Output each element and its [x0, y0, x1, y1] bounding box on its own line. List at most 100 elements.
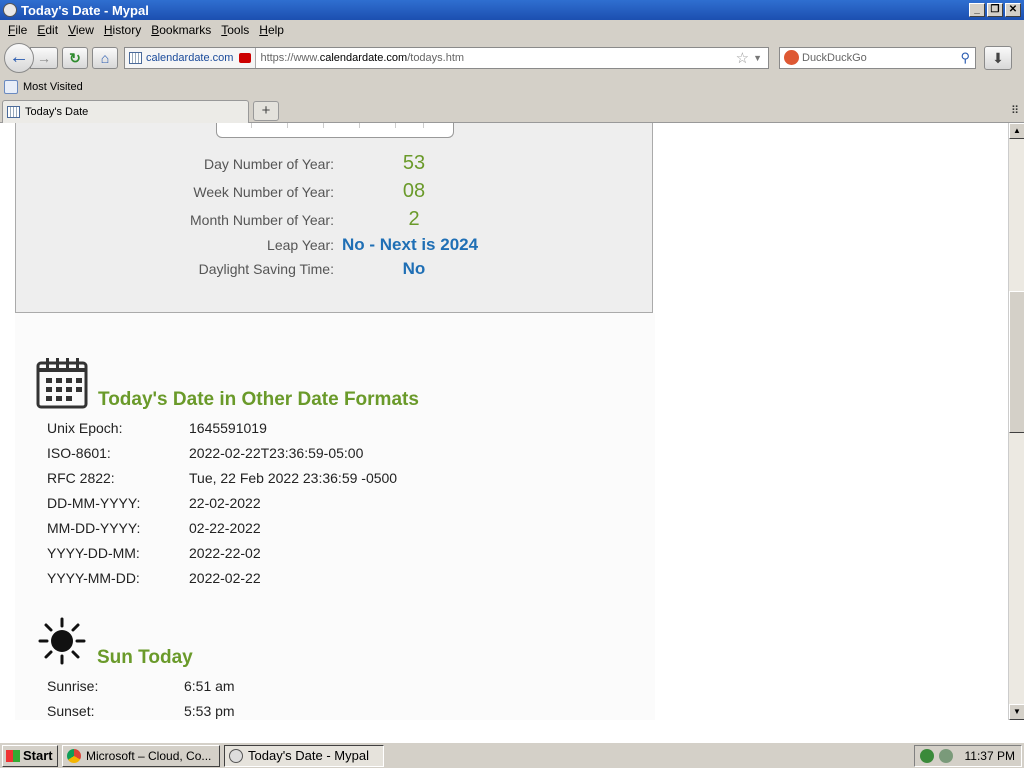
sunrise-value: 6:51 am [184, 678, 235, 694]
start-button[interactable]: Start [2, 744, 58, 767]
home-button[interactable]: ⌂ [92, 46, 118, 69]
format-row: YYYY-MM-DD: 2022-02-22 [47, 570, 261, 586]
menu-tools[interactable]: Tools [221, 23, 249, 37]
sunset-row: Sunset: 5:53 pm [47, 703, 235, 719]
format-row: Unix Epoch: 1645591019 [47, 420, 267, 436]
stat-label: Leap Year: [267, 237, 334, 253]
tab-list-icon[interactable]: ⠿ [1011, 104, 1019, 117]
new-tab-button[interactable]: + [253, 101, 279, 121]
insecure-lock-icon [239, 52, 252, 63]
reload-button[interactable]: ↻ [62, 46, 88, 69]
stat-label: Day Number of Year: [204, 155, 334, 172]
page-content: Day Number of Year: 53 Week Number of Ye… [0, 123, 1008, 720]
most-visited-icon [4, 80, 18, 94]
format-row: DD-MM-YYYY: 22-02-2022 [47, 495, 261, 511]
system-tray: 11:37 PM [914, 744, 1022, 767]
format-key: Unix Epoch: [47, 420, 123, 436]
forward-button[interactable]: → [30, 46, 58, 69]
stat-daylight-saving: Daylight Saving Time: No [16, 259, 654, 279]
bookmarks-toolbar: Most Visited [0, 76, 1024, 98]
format-row: YYYY-DD-MM: 2022-22-02 [47, 545, 261, 561]
sun-title: Sun Today [97, 647, 193, 668]
taskbar-item-chrome[interactable]: Microsoft – Cloud, Co... [62, 744, 220, 767]
stat-label: Week Number of Year: [193, 183, 334, 200]
scroll-up-button[interactable]: ▲ [1009, 123, 1024, 139]
home-icon: ⌂ [100, 49, 110, 66]
bookmark-most-visited[interactable]: Most Visited [23, 81, 83, 93]
chrome-icon [67, 748, 81, 763]
back-button[interactable]: ← [4, 42, 34, 73]
menu-edit[interactable]: Edit [37, 23, 58, 37]
minimize-button[interactable]: _ [969, 3, 985, 17]
mypal-icon [229, 748, 243, 763]
window-titlebar: Today's Date - Mypal _ ❐ ✕ [0, 0, 1024, 20]
navigation-toolbar: ← → ↻ ⌂ calendardate.com https://www.cal… [0, 39, 1024, 76]
task-label: Microsoft – Cloud, Co... [86, 748, 212, 763]
site-identity-label: calendardate.com [146, 51, 234, 64]
forward-arrow-icon: → [37, 49, 51, 66]
format-key: YYYY-DD-MM: [47, 545, 140, 561]
restore-button[interactable]: ❐ [987, 3, 1003, 17]
date-stats-panel: Day Number of Year: 53 Week Number of Ye… [15, 123, 653, 313]
format-value: 1645591019 [189, 420, 267, 436]
menu-file[interactable]: File [8, 23, 27, 37]
url-bar[interactable]: calendardate.com https://www.calendardat… [124, 46, 769, 69]
url-text[interactable]: https://www.calendardate.com/todays.htm [260, 52, 735, 64]
stat-value: 53 [402, 152, 426, 174]
downloads-button[interactable]: ⬇ [984, 45, 1012, 70]
close-button[interactable]: ✕ [1005, 3, 1021, 17]
search-input[interactable]: DuckDuckGo [802, 52, 867, 64]
format-key: YYYY-MM-DD: [47, 570, 140, 586]
tray-app-icon[interactable] [939, 748, 953, 763]
calendar-widget-bottom [216, 123, 454, 138]
format-key: RFC 2822: [47, 470, 115, 486]
stat-leap-year: Leap Year: No - Next is 2024 [16, 235, 654, 255]
format-key: MM-DD-YYYY: [47, 520, 141, 536]
back-arrow-icon: ← [9, 45, 29, 68]
reload-icon: ↻ [69, 49, 81, 66]
format-value: 02-22-2022 [189, 520, 261, 536]
tab-bar: Today's Date + ⠿ [0, 98, 1024, 123]
sunset-label: Sunset: [47, 703, 95, 719]
scroll-down-button[interactable]: ▼ [1009, 704, 1024, 720]
back-forward-group: ← → [4, 42, 58, 73]
clock[interactable]: 11:37 PM [965, 749, 1015, 763]
tab-todays-date[interactable]: Today's Date [2, 100, 249, 123]
menu-view[interactable]: View [68, 23, 94, 37]
sunrise-label: Sunrise: [47, 678, 99, 694]
network-icon[interactable] [920, 748, 934, 763]
menu-help[interactable]: Help [259, 23, 284, 37]
sun-icon [38, 617, 86, 665]
taskbar: Start Microsoft – Cloud, Co... Today's D… [0, 742, 1024, 768]
task-label: Today's Date - Mypal [248, 748, 369, 763]
windows-flag-icon [6, 749, 20, 762]
stat-day-number: Day Number of Year: 53 [16, 152, 654, 175]
menu-bar: File Edit View History Bookmarks Tools H… [0, 20, 1024, 39]
search-icon[interactable]: ⚲ [960, 50, 970, 66]
site-favicon-icon [129, 51, 142, 64]
duckduckgo-icon[interactable] [784, 50, 799, 65]
format-value: 2022-02-22T23:36:59-05:00 [189, 445, 364, 461]
stat-value: No [402, 259, 426, 278]
window-title: Today's Date - Mypal [21, 2, 149, 18]
start-label: Start [23, 748, 53, 763]
stat-value: No - Next is 2024 [342, 235, 479, 254]
url-path: /todays.htm [407, 51, 465, 64]
stat-value: 08 [402, 180, 426, 202]
format-row: ISO-8601: 2022-02-22T23:36:59-05:00 [47, 445, 363, 461]
format-value: 2022-02-22 [189, 570, 261, 586]
download-arrow-icon: ⬇ [992, 49, 1004, 66]
vertical-scrollbar[interactable]: ▲ ▼ [1008, 123, 1024, 720]
scroll-thumb[interactable] [1009, 291, 1024, 433]
menu-history[interactable]: History [104, 23, 141, 37]
bookmark-star-icon[interactable]: ☆ [736, 49, 749, 67]
format-key: ISO-8601: [47, 445, 111, 461]
taskbar-item-mypal[interactable]: Today's Date - Mypal [224, 744, 384, 767]
stat-week-number: Week Number of Year: 08 [16, 180, 654, 203]
tab-label: Today's Date [25, 106, 89, 118]
menu-bookmarks[interactable]: Bookmarks [151, 23, 211, 37]
search-bar[interactable]: DuckDuckGo ⚲ [779, 46, 976, 69]
url-dropdown-icon[interactable]: ▼ [753, 53, 762, 63]
site-identity-button[interactable]: calendardate.com [125, 47, 257, 68]
tab-favicon-icon [7, 106, 20, 118]
